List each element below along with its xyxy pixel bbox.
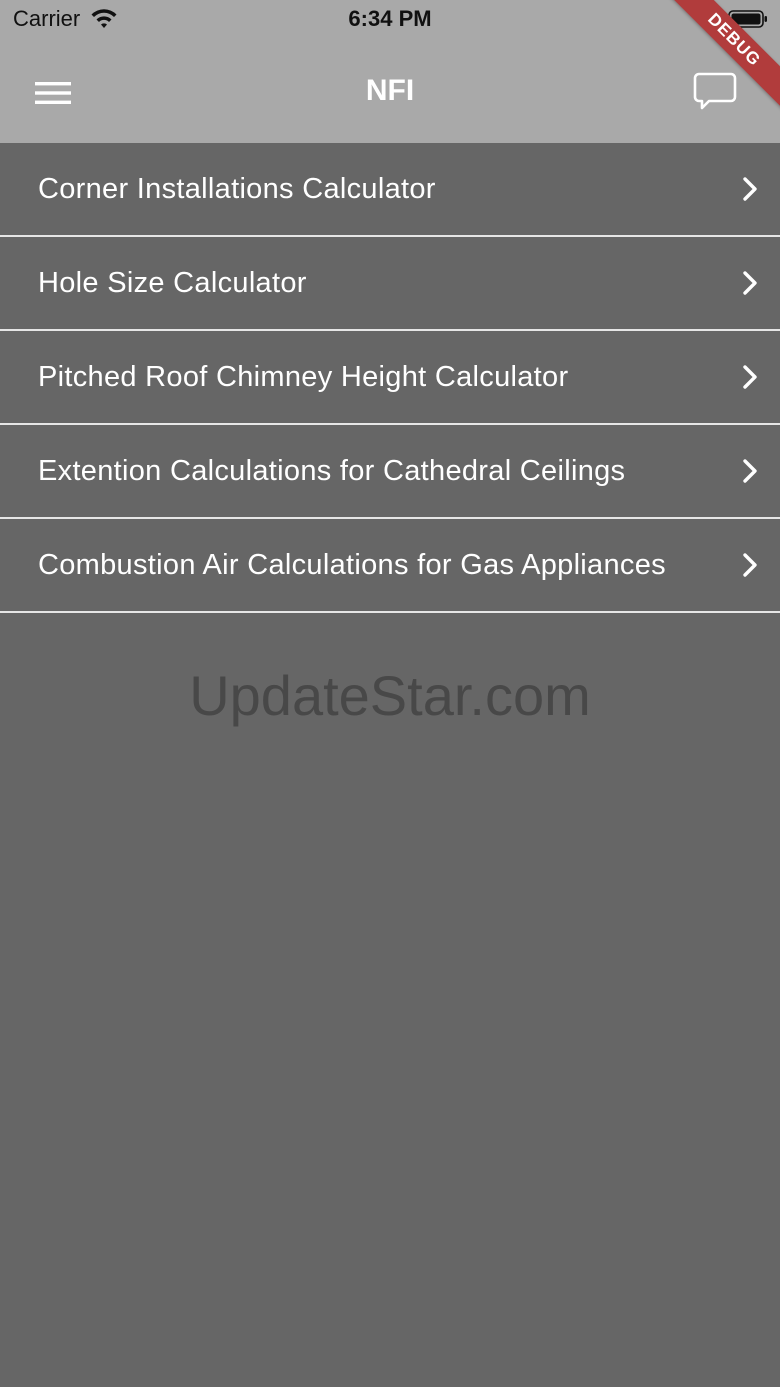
chevron-right-icon (743, 553, 757, 577)
chevron-right-icon (743, 459, 757, 483)
list-item-label: Combustion Air Calculations for Gas Appl… (38, 548, 666, 581)
chat-bubble-icon (693, 72, 737, 110)
watermark: UpdateStar.com (189, 664, 591, 727)
page-title: NFI (365, 74, 415, 107)
status-bar: Carrier 6:34 PM (0, 0, 780, 40)
chevron-right-icon (743, 365, 757, 389)
list-item-corner-installations[interactable]: Corner Installations Calculator (0, 143, 780, 237)
list-item-pitched-roof-chimney[interactable]: Pitched Roof Chimney Height Calculator (0, 331, 780, 425)
calculator-list: Corner Installations Calculator Hole Siz… (0, 143, 780, 613)
list-item-label: Corner Installations Calculator (38, 172, 436, 205)
list-item-label: Extention Calculations for Cathedral Cei… (38, 454, 626, 487)
list-item-combustion-air[interactable]: Combustion Air Calculations for Gas Appl… (0, 519, 780, 613)
list-item-hole-size[interactable]: Hole Size Calculator (0, 237, 780, 331)
battery-icon (728, 10, 767, 28)
chat-button[interactable] (686, 66, 744, 116)
chevron-right-icon (743, 177, 757, 201)
list-item-label: Pitched Roof Chimney Height Calculator (38, 360, 569, 393)
status-time: 6:34 PM (348, 6, 432, 31)
list-item-cathedral-ceilings[interactable]: Extention Calculations for Cathedral Cei… (0, 425, 780, 519)
app-bar: NFI (0, 40, 780, 143)
list-item-label: Hole Size Calculator (38, 266, 307, 299)
chevron-right-icon (743, 271, 757, 295)
